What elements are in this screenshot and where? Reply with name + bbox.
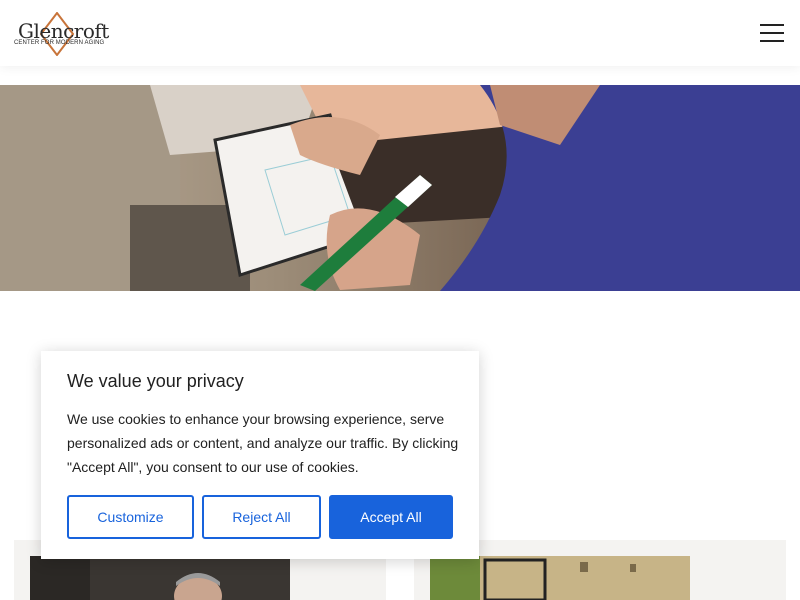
hero-image: [0, 85, 800, 291]
customize-button[interactable]: Customize: [67, 495, 194, 539]
site-header: Glencroft CENTER FOR MODERN AGING: [0, 0, 800, 66]
card-image-person[interactable]: [30, 556, 290, 600]
room-photo-illustration: [430, 556, 690, 600]
card-image-room[interactable]: [430, 556, 690, 600]
glencroft-logo[interactable]: Glencroft CENTER FOR MODERN AGING: [12, 10, 109, 58]
hamburger-menu-icon[interactable]: [758, 22, 786, 44]
reject-all-button[interactable]: Reject All: [202, 495, 321, 539]
cookie-title: We value your privacy: [67, 371, 244, 391]
hero-photo-illustration: [0, 85, 800, 291]
accept-all-button[interactable]: Accept All: [329, 495, 453, 539]
cookie-message: We use cookies to enhance your browsing …: [67, 411, 459, 475]
person-photo-illustration: [30, 556, 290, 600]
logo-tagline: CENTER FOR MODERN AGING: [14, 40, 105, 46]
cookie-consent-banner: We value your privacy We use cookies to …: [41, 351, 479, 559]
